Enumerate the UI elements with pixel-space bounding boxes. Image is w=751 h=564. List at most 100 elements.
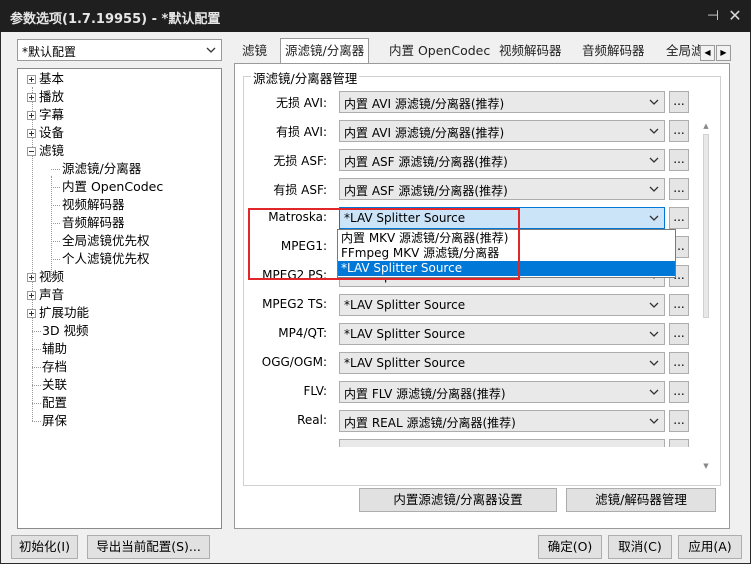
expand-plus-icon[interactable]: [27, 291, 36, 300]
expand-plus-icon[interactable]: [27, 93, 36, 102]
ok-button[interactable]: 确定(O): [538, 535, 602, 559]
dialog-body: *默认配置 基本 播放 字幕 设备 滤镜 源滤镜/分离器 内置 OpenCode…: [1, 32, 750, 563]
real-select[interactable]: 内置 REAL 源滤镜/分离器(推荐): [339, 410, 665, 432]
profile-select-value: *默认配置: [22, 45, 77, 59]
tree-item-playback[interactable]: 播放: [27, 88, 64, 105]
apply-button[interactable]: 应用(A): [678, 535, 742, 559]
tree-branch: [32, 331, 41, 332]
tree-item-basic[interactable]: 基本: [27, 70, 64, 87]
tree-branch: [32, 385, 41, 386]
tree-item-personal-filter-priority[interactable]: 个人滤镜优先权: [62, 250, 150, 267]
matroska-more-button[interactable]: ...: [669, 207, 689, 229]
row-label-lossy-avi: 有损 AVI:: [275, 125, 327, 139]
tree-branch: [51, 223, 60, 224]
scroll-up-icon[interactable]: ▲: [702, 122, 710, 130]
close-icon[interactable]: ✕: [726, 7, 744, 25]
tree-branch: [51, 169, 60, 170]
collapse-minus-icon[interactable]: [27, 147, 36, 156]
profile-select[interactable]: *默认配置: [17, 39, 222, 61]
expand-plus-icon[interactable]: [27, 75, 36, 84]
row-label-flv: FLV:: [303, 384, 327, 398]
row-label-mp4-qt: MP4/QT:: [278, 326, 327, 340]
lossy-asf-more-button[interactable]: ...: [669, 178, 689, 200]
row-label-ogg-ogm: OGG/OGM:: [261, 355, 327, 369]
mp4-qt-select[interactable]: *LAV Splitter Source: [339, 323, 665, 345]
lossy-asf-select[interactable]: 内置 ASF 源滤镜/分离器(推荐): [339, 178, 665, 200]
lossy-avi-select[interactable]: 内置 AVI 源滤镜/分离器(推荐): [339, 120, 665, 142]
tree-item-global-filter-priority[interactable]: 全局滤镜优先权: [62, 232, 150, 249]
tab-video-decoders[interactable]: 视频解码器: [495, 41, 566, 63]
lossless-avi-more-button[interactable]: ...: [669, 91, 689, 113]
cancel-button[interactable]: 取消(C): [608, 535, 672, 559]
row-label-real: Real:: [297, 413, 327, 427]
chevron-down-icon: [206, 47, 216, 53]
tab-audio-decoders[interactable]: 音频解码器: [578, 41, 649, 63]
next-row-select[interactable]: [339, 439, 665, 447]
tab-strip: 滤镜 源滤镜/分离器 内置 OpenCodec 视频解码器 音频解码器 全局滤 …: [234, 37, 744, 64]
tree-item-association[interactable]: 关联: [42, 376, 67, 393]
tree-item-subtitles[interactable]: 字幕: [27, 106, 64, 123]
row-label-matroska: Matroska:: [268, 210, 327, 224]
dropdown-option-lav-splitter[interactable]: *LAV Splitter Source: [338, 261, 675, 276]
dropdown-option-ffmpeg-mkv[interactable]: FFmpeg MKV 源滤镜/分离器: [338, 246, 675, 261]
lossy-avi-more-button[interactable]: ...: [669, 120, 689, 142]
row-label-mpeg2-ts: MPEG2 TS:: [262, 297, 327, 311]
pin-icon[interactable]: ⊣: [704, 7, 722, 25]
window-title: 参数选项(1.7.19955) - *默认配置: [10, 12, 221, 27]
tree-item-accessibility[interactable]: 辅助: [42, 340, 67, 357]
matroska-select[interactable]: *LAV Splitter Source: [339, 207, 665, 229]
lossless-avi-select[interactable]: 内置 AVI 源滤镜/分离器(推荐): [339, 91, 665, 113]
init-button[interactable]: 初始化(I): [11, 535, 78, 559]
ogg-ogm-more-button[interactable]: ...: [669, 352, 689, 374]
expand-plus-icon[interactable]: [27, 129, 36, 138]
export-config-button[interactable]: 导出当前配置(S)...: [87, 535, 210, 559]
dropdown-option-builtin-mkv[interactable]: 内置 MKV 源滤镜/分离器(推荐): [338, 231, 675, 246]
filter-decoder-manager-button[interactable]: 滤镜/解码器管理: [566, 488, 716, 512]
tree-item-source-filters[interactable]: 源滤镜/分离器: [62, 160, 141, 177]
panel-scrollbar[interactable]: ▲ ▼: [701, 122, 711, 474]
expand-plus-icon[interactable]: [27, 111, 36, 120]
group-title: 源滤镜/分离器管理: [251, 68, 360, 87]
title-bar: 参数选项(1.7.19955) - *默认配置 ⊣ ✕: [0, 0, 751, 32]
chevron-down-icon: [649, 418, 659, 424]
mpeg2-ts-select[interactable]: *LAV Splitter Source: [339, 294, 665, 316]
ogg-ogm-select[interactable]: *LAV Splitter Source: [339, 352, 665, 374]
tree-item-video-decoders[interactable]: 视频解码器: [62, 196, 125, 213]
tree-item-extensions[interactable]: 扩展功能: [27, 304, 89, 321]
tree-item-screensaver[interactable]: 屏保: [42, 412, 67, 429]
tree-item-config[interactable]: 配置: [42, 394, 67, 411]
tab-scroll-left-icon[interactable]: ◀: [700, 45, 715, 61]
tree-item-opencodec[interactable]: 内置 OpenCodec: [62, 178, 163, 195]
row-label-lossless-avi: 无损 AVI:: [275, 96, 327, 110]
real-more-button[interactable]: ...: [669, 410, 689, 432]
next-row-more-button[interactable]: [669, 439, 689, 447]
matroska-dropdown-list[interactable]: 内置 MKV 源滤镜/分离器(推荐) FFmpeg MKV 源滤镜/分离器 *L…: [337, 229, 676, 278]
mpeg2-ts-more-button[interactable]: ...: [669, 294, 689, 316]
lossless-asf-more-button[interactable]: ...: [669, 149, 689, 171]
builtin-source-settings-button[interactable]: 内置源滤镜/分离器设置: [359, 488, 557, 512]
tree-branch: [51, 241, 60, 242]
chevron-down-icon: [649, 302, 659, 308]
tab-source-filters[interactable]: 源滤镜/分离器: [280, 38, 370, 64]
tree-item-devices[interactable]: 设备: [27, 124, 64, 141]
tree-item-audio[interactable]: 声音: [27, 286, 64, 303]
tab-scroll-right-icon[interactable]: ▶: [716, 45, 731, 61]
mp4-qt-more-button[interactable]: ...: [669, 323, 689, 345]
flv-more-button[interactable]: ...: [669, 381, 689, 403]
tab-opencodec[interactable]: 内置 OpenCodec: [385, 41, 494, 63]
flv-select[interactable]: 内置 FLV 源滤镜/分离器(推荐): [339, 381, 665, 403]
settings-tree[interactable]: 基本 播放 字幕 设备 滤镜 源滤镜/分离器 内置 OpenCodec 视频解码…: [17, 68, 222, 529]
scrollbar-thumb[interactable]: [703, 134, 709, 318]
tree-item-video[interactable]: 视频: [27, 268, 64, 285]
chevron-down-icon: [649, 360, 659, 366]
tree-item-archive[interactable]: 存档: [42, 358, 67, 375]
tree-item-3d-video[interactable]: 3D 视频: [42, 322, 89, 339]
tab-filters[interactable]: 滤镜: [238, 41, 271, 63]
tree-item-filters[interactable]: 滤镜: [27, 142, 64, 159]
expand-plus-icon[interactable]: [27, 309, 36, 318]
scroll-down-icon[interactable]: ▼: [702, 462, 710, 470]
tree-branch: [32, 349, 41, 350]
lossless-asf-select[interactable]: 内置 ASF 源滤镜/分离器(推荐): [339, 149, 665, 171]
expand-plus-icon[interactable]: [27, 273, 36, 282]
tree-item-audio-decoders[interactable]: 音频解码器: [62, 214, 125, 231]
